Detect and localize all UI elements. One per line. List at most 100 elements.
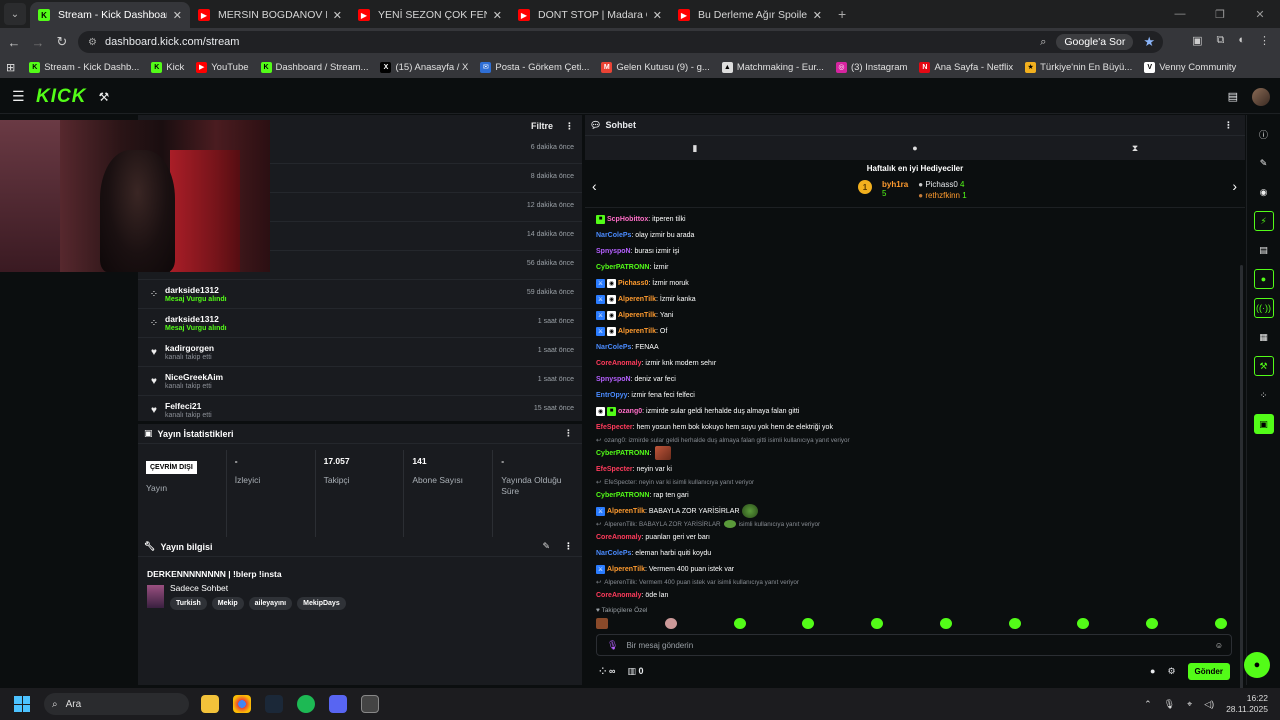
tab-youtube-4[interactable]: ▶ Bu Derleme Ağır Spoiler İçerirlt ✕ xyxy=(670,2,830,28)
chat-username[interactable]: AlperenTilk xyxy=(618,296,656,303)
minimize-icon[interactable]: — xyxy=(1160,8,1200,20)
pencil-icon[interactable]: ✎ xyxy=(1254,153,1274,173)
emote-button[interactable] xyxy=(871,618,884,629)
chat-username[interactable]: ScpHobittox xyxy=(607,216,648,223)
bookmark-item[interactable]: ◎ (3) Instagram xyxy=(835,61,907,73)
close-window-icon[interactable]: ✕ xyxy=(1240,8,1280,21)
chevron-right-icon[interactable]: › xyxy=(1232,178,1237,194)
spotify-icon[interactable] xyxy=(297,695,315,713)
chat-username[interactable]: CoreAnomaly xyxy=(596,534,642,541)
close-tab-icon[interactable]: ✕ xyxy=(173,9,182,22)
bookmark-item[interactable]: ★ Türkiye'nin En Büyü... xyxy=(1025,61,1132,73)
hamburger-menu-icon[interactable]: ☰ xyxy=(12,88,28,105)
emote-button[interactable] xyxy=(939,618,952,629)
tab-timer[interactable]: ⧗ xyxy=(1025,136,1245,160)
url-text[interactable]: dashboard.kick.com/stream xyxy=(105,36,240,48)
tab-search-icon[interactable]: ⌄ xyxy=(4,3,26,25)
emote-button[interactable] xyxy=(664,618,677,629)
chat-username[interactable]: AlperenTilk xyxy=(607,566,645,573)
discord-icon[interactable] xyxy=(329,695,347,713)
bookmark-item[interactable]: ▲ Matchmaking - Eur... xyxy=(721,61,824,73)
close-tab-icon[interactable]: ✕ xyxy=(813,9,822,22)
activity-username[interactable]: kadirgorgen xyxy=(165,343,214,353)
filter-button[interactable]: Filtre xyxy=(531,121,553,132)
tag[interactable]: aileyayını xyxy=(248,597,293,610)
infinity-icon[interactable]: ⁘ ∞ xyxy=(599,666,615,677)
microphone-icon[interactable]: 🎙︎ xyxy=(1164,699,1175,710)
wrench-icon[interactable]: ⚒ xyxy=(1253,356,1274,376)
tab-kick-dashboard[interactable]: K Stream - Kick Dashboard ✕ xyxy=(30,2,190,28)
gifter-name[interactable]: byh1ra xyxy=(882,180,908,189)
chat-username[interactable]: Pichass0 xyxy=(618,280,648,287)
tag[interactable]: Mekip xyxy=(211,597,244,610)
more-options-icon[interactable]: ⋮ xyxy=(565,121,574,132)
emote-button[interactable] xyxy=(1077,618,1090,629)
zoom-search-icon[interactable]: ⌕ xyxy=(1040,36,1046,49)
gifter-name[interactable]: rethzfkinn xyxy=(925,191,960,200)
chevron-left-icon[interactable]: ‹ xyxy=(592,178,597,194)
chat-username[interactable]: CyberPATRONN xyxy=(596,492,649,499)
activity-username[interactable]: Felfeci21 xyxy=(165,401,212,411)
tab-mod-actions[interactable]: ▮ xyxy=(585,136,805,160)
extension-icon[interactable]: ▣ xyxy=(1192,34,1202,47)
tab-youtube-2[interactable]: ▶ YENİ SEZON ÇOK FENA BAŞLAD ✕ xyxy=(350,2,510,28)
tag[interactable]: Turkish xyxy=(170,597,207,610)
chat-username[interactable]: AlperenTilk xyxy=(618,328,656,335)
chat-username[interactable]: EfeSpecter xyxy=(596,466,633,473)
reload-icon[interactable]: ↻ xyxy=(50,34,74,50)
info-icon[interactable]: ⓘ xyxy=(1254,124,1274,144)
chevron-up-icon[interactable]: ⌃ xyxy=(1144,699,1152,710)
broadcast-icon[interactable]: ((·)) xyxy=(1253,298,1274,318)
bookmark-item[interactable]: K Stream - Kick Dashb... xyxy=(29,61,139,73)
activity-username[interactable]: darkside1312 xyxy=(165,285,227,295)
more-options-icon[interactable]: ⋮ xyxy=(564,541,573,552)
chat-scrollbar[interactable] xyxy=(1240,265,1243,715)
emoji-icon[interactable]: ☺ xyxy=(1215,641,1223,650)
forward-icon[interactable]: → xyxy=(26,35,50,50)
chat-bubble-icon[interactable]: ● xyxy=(1253,269,1274,289)
tag[interactable]: MekipDays xyxy=(297,597,346,610)
chat-username[interactable]: NarColePs xyxy=(596,232,631,239)
close-tab-icon[interactable]: ✕ xyxy=(653,9,662,22)
chat-username[interactable]: ozang0 xyxy=(618,408,642,415)
kick-logo[interactable]: KICK xyxy=(36,86,86,108)
category-name[interactable]: Sadece Sohbet xyxy=(170,583,346,593)
bookmark-item[interactable]: ▶ YouTube xyxy=(196,61,249,73)
settings-icon[interactable]: ⚙ xyxy=(1167,666,1175,677)
clock[interactable]: 16:22 28.11.2025 xyxy=(1226,693,1268,715)
bookmark-item[interactable]: V Venny Community xyxy=(1144,61,1236,73)
puzzle-icon[interactable]: ⧉ xyxy=(1216,34,1224,47)
maximize-icon[interactable]: ❐ xyxy=(1200,8,1240,21)
tab-chat[interactable]: ● xyxy=(805,136,1025,160)
emote-button[interactable] xyxy=(596,618,608,629)
bookmark-item[interactable]: N Ana Sayfa - Netflix xyxy=(919,61,1013,73)
emote-button[interactable] xyxy=(1214,618,1227,629)
chat-username[interactable]: AlperenTilk xyxy=(607,508,645,515)
file-explorer-icon[interactable] xyxy=(201,695,219,713)
network-icon[interactable]: ⌖ xyxy=(1187,699,1192,710)
emote-button[interactable] xyxy=(802,618,815,629)
chat-username[interactable]: SpnyspoN xyxy=(596,376,631,383)
hammer-icon[interactable]: ⚒ xyxy=(98,90,109,104)
bookmark-star-icon[interactable]: ★ xyxy=(1143,34,1155,50)
chrome-icon[interactable] xyxy=(233,695,251,713)
emote-button[interactable] xyxy=(1008,618,1021,629)
chat-username[interactable]: NarColePs xyxy=(596,344,631,351)
windows-start-icon[interactable] xyxy=(14,696,30,712)
points-icon[interactable]: ▥ 0 xyxy=(627,666,643,677)
floating-chat-button[interactable]: ● xyxy=(1244,652,1270,678)
lightning-icon[interactable]: ⚡︎ xyxy=(1253,211,1274,231)
microphone-icon[interactable]: 🎙︎ xyxy=(607,640,618,651)
steam-icon[interactable] xyxy=(265,695,283,713)
tab-youtube-3[interactable]: ▶ DONT STOP | Madara Olduk #6 ✕ xyxy=(510,2,670,28)
avatar[interactable] xyxy=(1252,87,1270,106)
close-tab-icon[interactable]: ✕ xyxy=(333,9,342,22)
send-button[interactable]: Gönder xyxy=(1187,662,1230,680)
browser-menu-icon[interactable]: ⋮ xyxy=(1259,34,1270,47)
apps-grid-icon[interactable]: ⊞ xyxy=(6,61,15,74)
google-ask-button[interactable]: Google'a Sor xyxy=(1056,34,1134,50)
activity-username[interactable]: darkside1312 xyxy=(165,314,227,324)
profile-icon[interactable]: ◐ xyxy=(1238,34,1245,47)
back-icon[interactable]: ← xyxy=(2,35,26,50)
volume-icon[interactable]: ◁) xyxy=(1204,699,1214,710)
